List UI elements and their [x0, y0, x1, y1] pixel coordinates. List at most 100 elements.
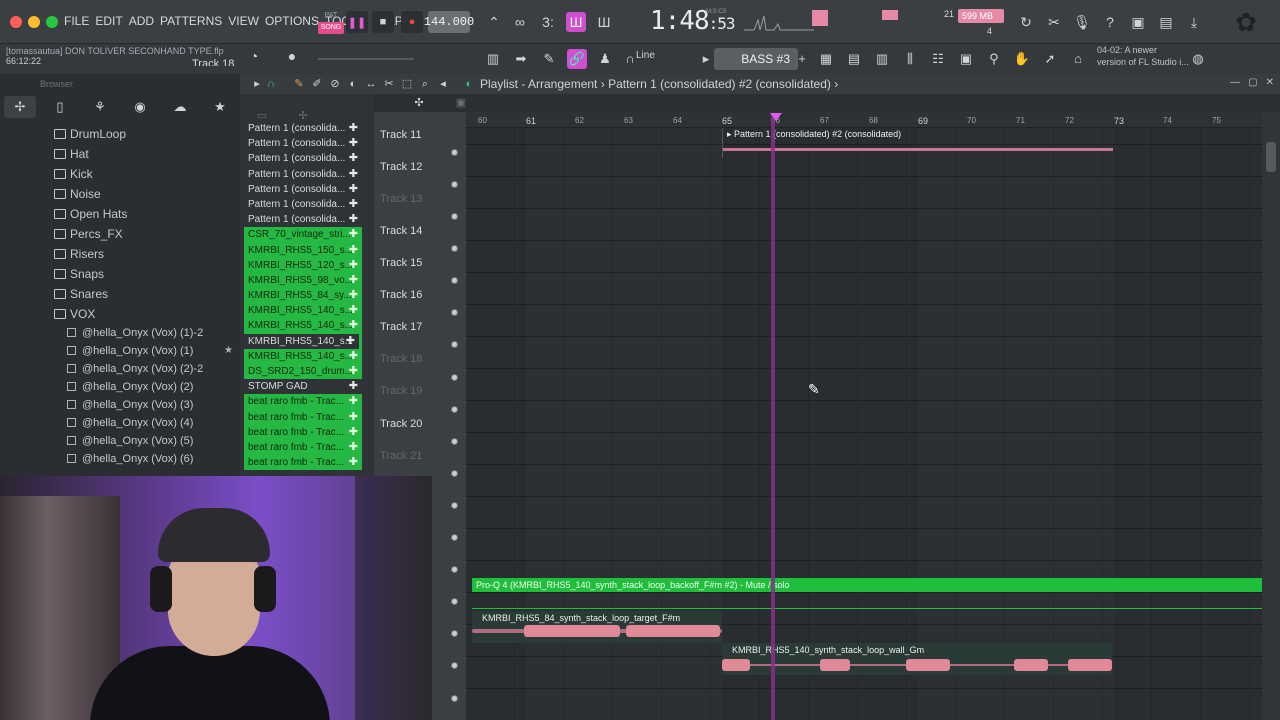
- playhead-marker[interactable]: [770, 113, 782, 121]
- play-arrow-icon[interactable]: ▸: [250, 77, 264, 91]
- render-icon[interactable]: ▤: [1156, 12, 1176, 32]
- add-channel-icon[interactable]: ✚: [346, 334, 355, 349]
- close-window-button[interactable]: [10, 16, 22, 28]
- playlist-icon[interactable]: ▦: [816, 49, 836, 69]
- audio-clip[interactable]: KMRBI_RHS5_140_synth_stack_loop_wall_Gm: [722, 643, 1112, 675]
- delete-tool-icon[interactable]: ⊘: [328, 77, 342, 91]
- channel-item[interactable]: beat raro fmb - Trac... ✚: [244, 394, 362, 410]
- browser-icon[interactable]: ▣: [956, 49, 976, 69]
- file-item[interactable]: @hella_Onyx (Vox) (6): [0, 450, 240, 468]
- track-mute-button[interactable]: [451, 406, 458, 413]
- channel-item[interactable]: KMRBI_RHS5_84_sy... ✚: [244, 288, 362, 304]
- add-channel-icon[interactable]: ✚: [349, 394, 358, 409]
- folder-item-open[interactable]: VOX: [0, 304, 240, 324]
- folder-item[interactable]: Hat: [0, 144, 240, 164]
- track-label[interactable]: Track 19: [380, 385, 422, 397]
- track-label[interactable]: Track 18: [380, 353, 422, 365]
- channel-item[interactable]: Pattern 1 (consolida... ✚: [244, 182, 362, 197]
- link-icon[interactable]: 🔗: [567, 49, 587, 69]
- arrow-right-icon[interactable]: ➡: [511, 49, 531, 69]
- track-mute-button[interactable]: [451, 181, 458, 188]
- add-channel-icon[interactable]: ✚: [349, 212, 358, 227]
- add-channel-icon[interactable]: ✚: [349, 303, 358, 318]
- close-icon[interactable]: ✕: [1266, 77, 1274, 88]
- stamp-icon[interactable]: ♟: [595, 49, 615, 69]
- add-channel-icon[interactable]: ✚: [349, 364, 358, 379]
- browser-sounds-tab[interactable]: ◉: [124, 96, 156, 118]
- minimize-window-button[interactable]: [28, 16, 40, 28]
- playlist-play-icon[interactable]: ◐: [462, 77, 476, 91]
- add-channel-icon[interactable]: ✚: [349, 349, 358, 364]
- star-icon[interactable]: ★: [224, 342, 233, 360]
- pattern-selector[interactable]: BASS #3: [714, 48, 798, 70]
- record-icon[interactable]: ●: [401, 11, 423, 33]
- slice-tool-icon[interactable]: ✂: [382, 77, 396, 91]
- track-mute-button[interactable]: [451, 149, 458, 156]
- piano-keyboard-icon[interactable]: ▥: [483, 49, 503, 69]
- channel-item[interactable]: KMRBI_RHS5_140_s... ✚: [244, 303, 362, 319]
- channel-item[interactable]: Pattern 1 (consolida... ✚: [244, 212, 362, 227]
- track-label[interactable]: Track 16: [380, 289, 422, 301]
- browser-all-tab[interactable]: ✢: [4, 96, 36, 118]
- track-label[interactable]: Track 15: [380, 257, 422, 269]
- snap-selector[interactable]: Line: [636, 50, 655, 61]
- draw-tool-icon[interactable]: ✎: [292, 77, 306, 91]
- file-item[interactable]: @hella_Onyx (Vox) (1)-2: [0, 324, 240, 342]
- stop-icon[interactable]: ■: [372, 11, 394, 33]
- channel-item[interactable]: beat raro fmb - Trac... ✚: [244, 409, 362, 425]
- channel-item[interactable]: Pattern 1 (consolida... ✚: [244, 197, 362, 212]
- help-icon[interactable]: ?: [1100, 12, 1120, 32]
- track-mute-button[interactable]: [451, 502, 458, 509]
- channel-item[interactable]: KMRBI_RHS5_120_s... ✚: [244, 257, 362, 273]
- browser-plugins-tab[interactable]: ⚘: [84, 96, 116, 118]
- vertical-scrollbar[interactable]: [1262, 112, 1280, 720]
- tempo-display[interactable]: 144.000: [424, 11, 474, 33]
- pat-song-toggle[interactable]: PAT SONG: [318, 10, 344, 34]
- touch-icon[interactable]: ☷: [928, 49, 948, 69]
- time-format-label[interactable]: M:S:CS: [706, 9, 727, 15]
- add-channel-icon[interactable]: ✚: [349, 440, 358, 455]
- slip-tool-icon[interactable]: ↔: [364, 77, 378, 91]
- pause-icon[interactable]: ❚❚: [346, 11, 368, 33]
- globe-icon[interactable]: ◍: [1188, 49, 1208, 69]
- metronome-icon[interactable]: ⌃: [484, 12, 504, 32]
- folder-item[interactable]: Snares: [0, 284, 240, 304]
- add-channel-icon[interactable]: ✚: [349, 273, 358, 288]
- track-label[interactable]: Track 12: [380, 161, 422, 173]
- scrollbar-thumb[interactable]: [1266, 142, 1276, 172]
- channel-item[interactable]: beat raro fmb - Trac... ✚: [244, 439, 362, 456]
- menu-patterns[interactable]: PATTERNS: [160, 14, 222, 28]
- file-item[interactable]: @hella_Onyx (Vox) (4): [0, 414, 240, 432]
- track-label[interactable]: Track 21: [380, 450, 422, 462]
- track-mute-button[interactable]: [451, 213, 458, 220]
- playlist-pattern[interactable]: Pattern 1 (consolidated) #2 (consolidate…: [608, 77, 831, 91]
- track-mute-button[interactable]: [451, 438, 458, 445]
- folder-item[interactable]: Noise: [0, 184, 240, 204]
- folder-item[interactable]: Kick: [0, 164, 240, 184]
- track-label[interactable]: Track 17: [380, 321, 422, 333]
- channel-rack-icon[interactable]: ▥: [872, 49, 892, 69]
- file-item[interactable]: @hella_Onyx (Vox) (3): [0, 396, 240, 414]
- file-item[interactable]: @hella_Onyx (Vox) (1) ★: [0, 342, 240, 360]
- track-mute-button[interactable]: [451, 534, 458, 541]
- pitch-knob-icon[interactable]: ◔: [244, 46, 264, 66]
- channel-item[interactable]: KMRBI_RHS5_140_s... ✚: [244, 318, 362, 334]
- add-channel-icon[interactable]: ✚: [349, 227, 358, 242]
- channel-item[interactable]: Pattern 1 (consolida... ✚: [244, 136, 362, 151]
- channel-item[interactable]: CSR_70_vintage_stri... ✚: [244, 227, 362, 243]
- add-channel-icon[interactable]: ✚: [349, 151, 358, 166]
- channel-item[interactable]: KMRBI_RHS5_98_vo... ✚: [244, 272, 362, 289]
- menu-options[interactable]: OPTIONS: [265, 14, 319, 28]
- minimize-icon[interactable]: —: [1230, 77, 1240, 88]
- file-item[interactable]: @hella_Onyx (Vox) (2)-2: [0, 360, 240, 378]
- channel-item[interactable]: Pattern 1 (consolida... ✚: [244, 121, 362, 136]
- list-toggle-icon[interactable]: ▣: [454, 96, 468, 110]
- refresh-icon[interactable]: ↻: [1016, 12, 1036, 32]
- scroll-arrows-icon[interactable]: ✣: [412, 96, 426, 110]
- add-channel-icon[interactable]: ✚: [349, 167, 358, 182]
- loop-record-icon[interactable]: ∞: [510, 12, 530, 32]
- channel-item[interactable]: Pattern 1 (consolida... ✚: [244, 151, 362, 166]
- channel-item[interactable]: KMRBI_RHS5_140_s... ✚: [244, 348, 362, 364]
- cut-icon[interactable]: ✂: [1044, 12, 1064, 32]
- channel-item[interactable]: Pattern 1 (consolida... ✚: [244, 167, 362, 182]
